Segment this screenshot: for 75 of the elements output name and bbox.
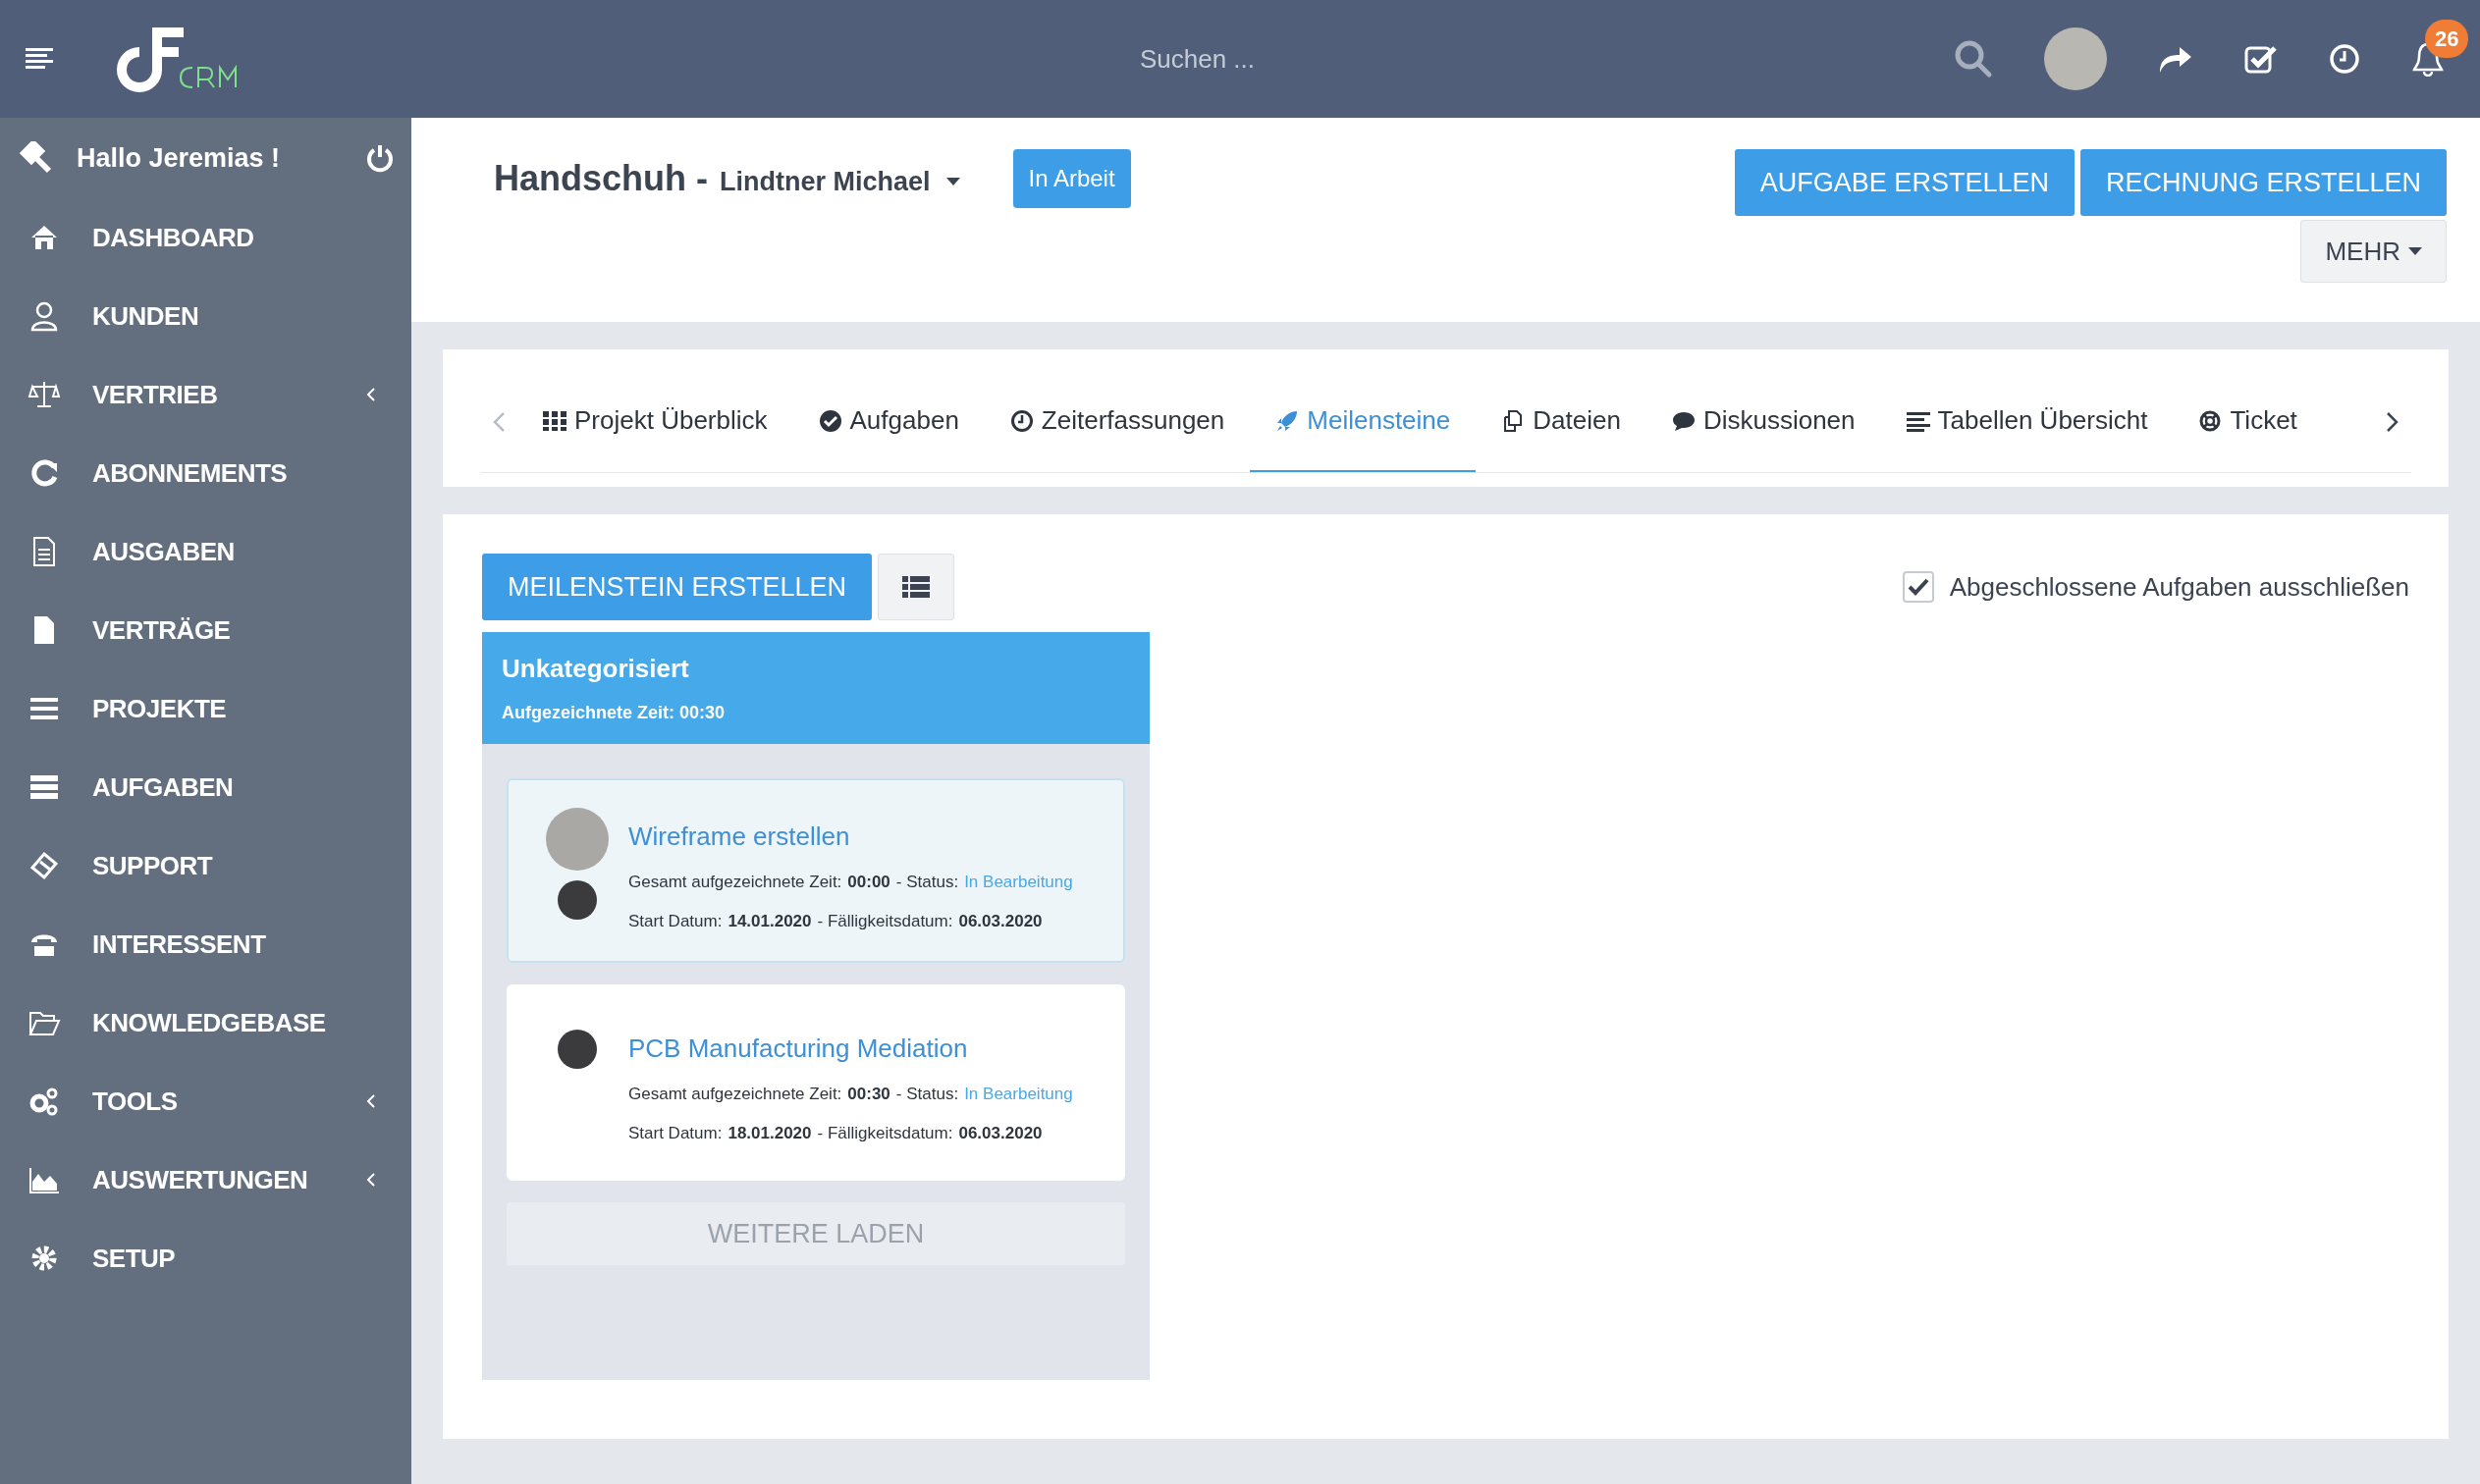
tab[interactable]: Diskussionen bbox=[1645, 371, 1881, 472]
due-date: 06.03.2020 bbox=[958, 910, 1043, 932]
check-circle-icon bbox=[818, 408, 842, 433]
status-label: - Status: bbox=[895, 872, 959, 893]
task-card[interactable]: PCB Manufacturing Mediation Gesamt aufgezeichnete Zeit: 00:30 - Status: In Bearbeitung Start Datum: 18.01.2020 - Fälligkeitsdatum: 06.03.2020 bbox=[507, 984, 1125, 1181]
due-label: - Fälligkeitsdatum: bbox=[817, 910, 953, 932]
sidebar-item[interactable]: TOOLS bbox=[0, 1062, 411, 1140]
due-date: 06.03.2020 bbox=[958, 1122, 1043, 1144]
notification-badge: 26 bbox=[2425, 20, 2469, 58]
status-label: - Status: bbox=[895, 1084, 959, 1105]
menu-icon[interactable] bbox=[26, 48, 53, 70]
status-badge: In Arbeit bbox=[1012, 149, 1131, 208]
clock-icon bbox=[1009, 408, 1034, 433]
start-label: Start Datum: bbox=[628, 910, 723, 932]
start-date: 18.01.2020 bbox=[728, 1122, 812, 1144]
more-button[interactable]: MEHR bbox=[2300, 220, 2447, 283]
sidebar-item[interactable]: KNOWLEDGEBASE bbox=[0, 983, 411, 1062]
start-date: 14.01.2020 bbox=[728, 910, 812, 932]
clock-icon[interactable] bbox=[2329, 43, 2360, 75]
start-label: Start Datum: bbox=[628, 1122, 723, 1144]
tab[interactable]: Dateien bbox=[1476, 371, 1646, 472]
tab[interactable]: Projekt Überblick bbox=[517, 371, 793, 472]
task-title[interactable]: Wireframe erstellen bbox=[628, 818, 1073, 856]
scales-icon bbox=[27, 379, 61, 410]
project-title: Handschuh - bbox=[494, 157, 708, 200]
checkbox-icon[interactable] bbox=[2244, 44, 2278, 74]
caret-icon[interactable] bbox=[945, 178, 960, 186]
sidebar-item[interactable]: KUNDEN bbox=[0, 277, 411, 355]
search-field[interactable]: Suchen ... bbox=[1000, 39, 1394, 79]
avatar bbox=[558, 1030, 597, 1069]
ticket-icon bbox=[27, 850, 61, 881]
sidebar-item[interactable]: AUSGABEN bbox=[0, 512, 411, 591]
sidebar-item[interactable]: ABONNEMENTS bbox=[0, 434, 411, 512]
sidebar-item[interactable]: PROJEKTE bbox=[0, 669, 411, 748]
sidebar-item[interactable]: AUFGABEN bbox=[0, 748, 411, 826]
exclude-completed-label: Abgeschlossene Aufgaben ausschließen bbox=[1949, 570, 2409, 604]
chevron-right-icon[interactable] bbox=[2386, 410, 2399, 433]
greeting: Hallo Jeremias ! bbox=[77, 141, 282, 175]
avatar bbox=[558, 880, 597, 920]
lifebuoy-icon bbox=[2198, 408, 2223, 433]
status-link[interactable]: In Bearbeitung bbox=[964, 1082, 1073, 1107]
time-value: 00:00 bbox=[847, 872, 890, 893]
exclude-checkbox[interactable] bbox=[1902, 571, 1934, 603]
customer-name[interactable]: Lindtner Michael bbox=[720, 161, 931, 202]
tab[interactable]: Ticket bbox=[2173, 371, 2323, 472]
power-icon[interactable] bbox=[366, 143, 394, 173]
time-value: 00:30 bbox=[847, 1084, 890, 1105]
action-button[interactable]: AUFGABE ERSTELLEN bbox=[1734, 149, 2075, 216]
tab[interactable]: Aufgaben bbox=[792, 371, 985, 472]
task-card[interactable]: Wireframe erstellen Gesamt aufgezeichnete Zeit: 00:00 - Status: In Bearbeitung Start Datum: 14.01.2020 - Fälligkeitsdatum: 06.03.2020 bbox=[507, 778, 1125, 963]
due-label: - Fälligkeitsdatum: bbox=[817, 1122, 953, 1144]
tab[interactable]: Tabellen Übersicht bbox=[1880, 371, 2174, 472]
list-icon bbox=[902, 576, 931, 598]
tab[interactable]: Zeiterfassungen bbox=[984, 371, 1251, 472]
sidebar-item[interactable]: VERTRIEB bbox=[0, 355, 411, 434]
grid-icon bbox=[543, 408, 566, 433]
milestone-title: Unkategorisiert bbox=[502, 653, 690, 685]
sidebar-item[interactable]: SUPPORT bbox=[0, 826, 411, 905]
time-label: Gesamt aufgezeichnete Zeit: bbox=[628, 872, 842, 893]
caret-icon bbox=[2408, 247, 2422, 255]
search-icon[interactable] bbox=[1954, 39, 1993, 79]
task-title[interactable]: PCB Manufacturing Mediation bbox=[628, 1030, 1073, 1068]
tab[interactable]: Meilensteine bbox=[1250, 371, 1477, 472]
time-label: Gesamt aufgezeichnete Zeit: bbox=[628, 1084, 842, 1105]
sidebar-item[interactable]: INTERESSENT bbox=[0, 905, 411, 983]
list-view-button[interactable] bbox=[878, 554, 955, 620]
create-milestone-button[interactable]: MEILENSTEIN ERSTELLEN bbox=[482, 554, 873, 620]
sidebar-item[interactable]: VERTRÄGE bbox=[0, 591, 411, 669]
action-button[interactable]: RECHNUNG ERSTELLEN bbox=[2079, 149, 2447, 216]
sidebar-item[interactable]: AUSWERTUNGEN bbox=[0, 1140, 411, 1219]
check-icon bbox=[1907, 578, 1929, 596]
rocket-icon bbox=[1275, 408, 1300, 433]
sidebar-item[interactable]: SETUP bbox=[0, 1219, 411, 1298]
recorded-time: Aufgezeichnete Zeit: 00:30 bbox=[502, 702, 727, 724]
sidebar-item[interactable]: DASHBOARD bbox=[0, 198, 411, 277]
